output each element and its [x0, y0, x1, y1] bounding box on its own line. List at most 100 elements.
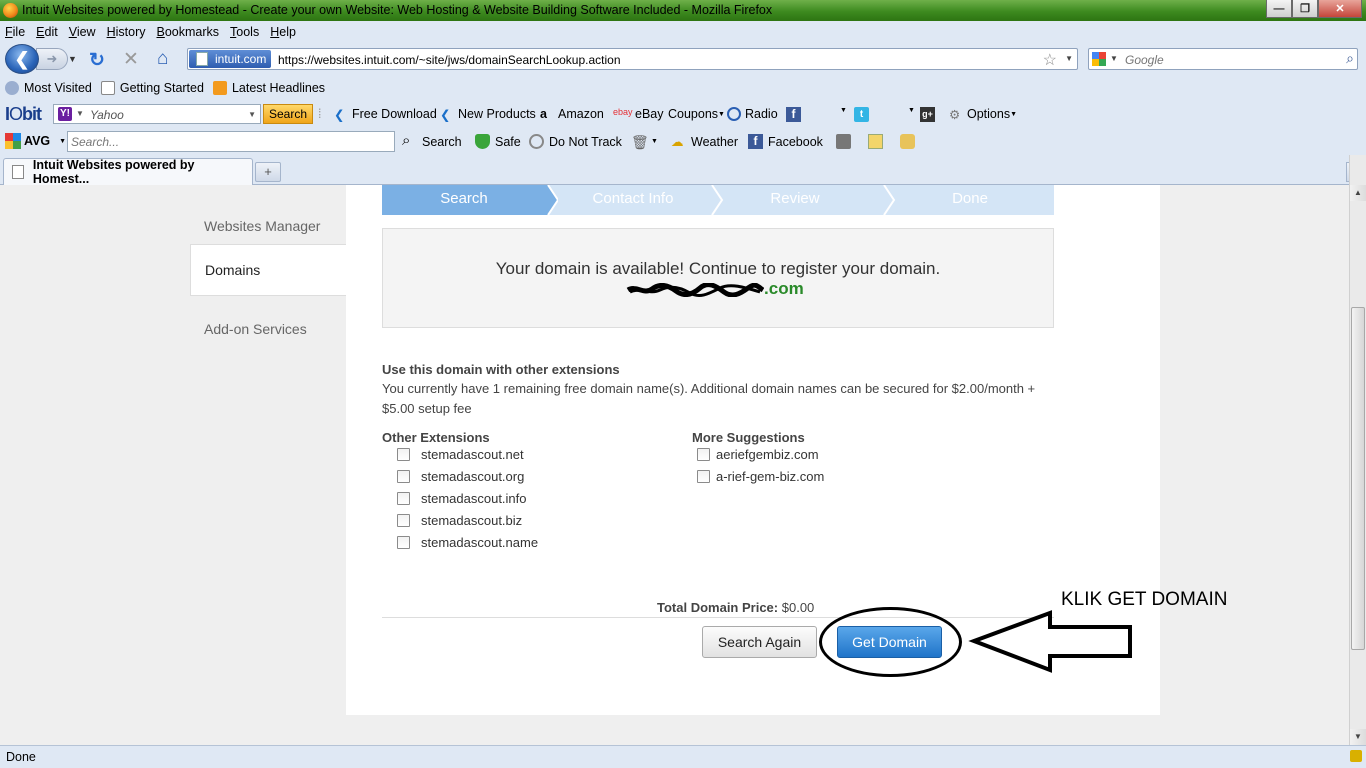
- forward-button[interactable]: ➜: [36, 48, 68, 70]
- checkbox[interactable]: [397, 448, 410, 461]
- forward-arrow-icon: ➜: [46, 51, 58, 66]
- suggestion-label: a-rief-gem-biz.com: [716, 469, 825, 484]
- address-bar[interactable]: intuit.com https://websites.intuit.com/~…: [187, 48, 1078, 70]
- yahoo-search-button[interactable]: Search: [263, 104, 313, 124]
- url-dropdown-icon[interactable]: ▼: [1065, 54, 1073, 63]
- new-tab-button[interactable]: +: [255, 162, 281, 182]
- radio-button-link[interactable]: Radio: [727, 107, 778, 121]
- site-identity-button[interactable]: intuit.com: [189, 50, 272, 68]
- extension-label: stemadascout.biz: [421, 513, 523, 528]
- extension-option[interactable]: stemadascout.org: [397, 469, 524, 484]
- calculator-button[interactable]: [836, 134, 856, 149]
- menu-tools[interactable]: Tools: [230, 25, 259, 39]
- do-not-track-button[interactable]: Do Not Track: [529, 134, 622, 149]
- redacted-domain-scribble: [626, 283, 764, 297]
- web-search-box[interactable]: ▼ Google ⌕: [1088, 48, 1358, 70]
- search-icon[interactable]: ⌕: [1346, 50, 1354, 67]
- iobit-logo: IObit: [5, 104, 42, 124]
- options-menu[interactable]: ⚙ Options ▼: [949, 107, 1017, 122]
- iobit-swirl-icon: ❮: [440, 108, 451, 122]
- suggestion-option[interactable]: aeriefgembiz.com: [697, 447, 819, 462]
- extension-option[interactable]: stemadascout.name: [397, 535, 538, 550]
- bookmark-label: Most Visited: [24, 81, 92, 95]
- tab-intuit-websites[interactable]: Intuit Websites powered by Homest...: [3, 158, 253, 186]
- chevron-down-icon[interactable]: ▼: [840, 107, 847, 114]
- vertical-scrollbar[interactable]: ▲ ▼: [1349, 155, 1366, 745]
- facebook-button[interactable]: f: [786, 107, 801, 122]
- scroll-down-icon[interactable]: ▼: [1350, 729, 1366, 745]
- total-value: $0.00: [781, 600, 815, 615]
- history-dropdown-icon[interactable]: ▼: [68, 54, 77, 64]
- firefox-logo-icon: [3, 3, 18, 18]
- checkbox[interactable]: [697, 470, 710, 483]
- extensions-description: You currently have 1 remaining free doma…: [382, 381, 1036, 416]
- step-review: Review: [770, 190, 820, 207]
- bookmark-most-visited[interactable]: Most Visited: [5, 81, 92, 95]
- menu-history[interactable]: History: [107, 25, 146, 39]
- menu-edit[interactable]: Edit: [36, 25, 58, 39]
- safe-button[interactable]: Safe: [475, 134, 521, 149]
- google-plus-icon: g+: [920, 107, 935, 122]
- checkbox[interactable]: [697, 448, 710, 461]
- menu-view[interactable]: View: [69, 25, 96, 39]
- suggestion-option[interactable]: a-rief-gem-biz.com: [697, 469, 824, 484]
- avg-search-input[interactable]: Search...: [67, 131, 395, 152]
- reload-icon[interactable]: ↻: [89, 49, 105, 72]
- back-button[interactable]: ❮: [5, 44, 39, 74]
- calculator-icon: [836, 134, 851, 149]
- extension-option[interactable]: stemadascout.info: [397, 491, 527, 506]
- home-icon[interactable]: ⌂: [157, 48, 168, 70]
- stop-icon[interactable]: ✕: [123, 48, 139, 71]
- extension-option[interactable]: stemadascout.biz: [397, 513, 522, 528]
- step-contact-info: Contact Info: [592, 190, 674, 207]
- new-products-link[interactable]: ❮ New Products: [440, 107, 536, 122]
- facebook-link[interactable]: f Facebook: [748, 134, 823, 149]
- bookmark-latest-headlines[interactable]: Latest Headlines: [212, 81, 325, 95]
- checkbox[interactable]: [397, 470, 410, 483]
- most-visited-icon: [5, 81, 19, 95]
- bookmark-getting-started[interactable]: Getting Started: [100, 81, 204, 95]
- extension-option[interactable]: stemadascout.net: [397, 447, 524, 462]
- chevron-down-icon[interactable]: ▼: [248, 110, 256, 119]
- notepad-button[interactable]: [868, 134, 888, 149]
- eye-icon: [529, 134, 544, 149]
- sidebar-item-domains[interactable]: Domains: [190, 244, 346, 296]
- amazon-link[interactable]: a Amazon: [540, 107, 604, 121]
- sidebar-item-add-on-services[interactable]: Add-on Services: [190, 304, 346, 355]
- search-engine-dropdown-icon[interactable]: ▼: [1110, 54, 1118, 63]
- extension-label: stemadascout.net: [421, 447, 524, 462]
- ebay-link[interactable]: ebay eBay: [613, 107, 664, 121]
- checkbox[interactable]: [397, 514, 410, 527]
- bookmark-star-icon[interactable]: ☆: [1043, 50, 1057, 70]
- minimize-button[interactable]: —: [1266, 0, 1292, 18]
- menu-help[interactable]: Help: [270, 25, 296, 39]
- twitter-button[interactable]: t: [854, 107, 869, 122]
- url-text[interactable]: https://websites.intuit.com/~site/jws/do…: [278, 53, 621, 67]
- menu-file[interactable]: File: [5, 25, 25, 39]
- checkbox[interactable]: [397, 492, 410, 505]
- google-plus-button[interactable]: g+: [920, 107, 935, 122]
- menu-bookmarks[interactable]: Bookmarks: [157, 25, 220, 39]
- padlock-icon[interactable]: [1350, 750, 1362, 762]
- iobit-toolbar: IObit Y! ▼ Yahoo ▼ Search ⁞ ❮ Free Downlo…: [0, 100, 1366, 128]
- yahoo-dropdown-icon[interactable]: ▼: [76, 109, 84, 118]
- avg-logo[interactable]: AVG ▼: [5, 133, 66, 149]
- maximize-button[interactable]: ❐: [1292, 0, 1318, 18]
- snipping-button[interactable]: [900, 134, 920, 149]
- free-download-link[interactable]: ❮ Free Download: [334, 107, 437, 122]
- annotation-label: KLIK GET DOMAIN: [1061, 589, 1228, 610]
- yahoo-search-input[interactable]: Y! ▼ Yahoo ▼: [53, 104, 261, 124]
- search-again-button[interactable]: Search Again: [702, 626, 817, 658]
- weather-button[interactable]: ☁ Weather: [671, 134, 738, 150]
- scrollbar-thumb[interactable]: [1351, 307, 1365, 650]
- chevron-down-icon[interactable]: ▼: [908, 107, 915, 114]
- checkbox[interactable]: [397, 536, 410, 549]
- gear-icon: ⚙: [949, 108, 961, 122]
- coupons-menu[interactable]: Coupons ▼: [668, 107, 725, 121]
- scroll-up-icon[interactable]: ▲: [1350, 185, 1366, 201]
- radio-label: Radio: [745, 107, 778, 121]
- close-window-button[interactable]: ✕: [1318, 0, 1362, 18]
- trash-button[interactable]: 🗑 ▼: [631, 134, 658, 150]
- amazon-icon: a: [540, 107, 547, 121]
- avg-search-button[interactable]: ⌕ Search: [402, 133, 462, 149]
